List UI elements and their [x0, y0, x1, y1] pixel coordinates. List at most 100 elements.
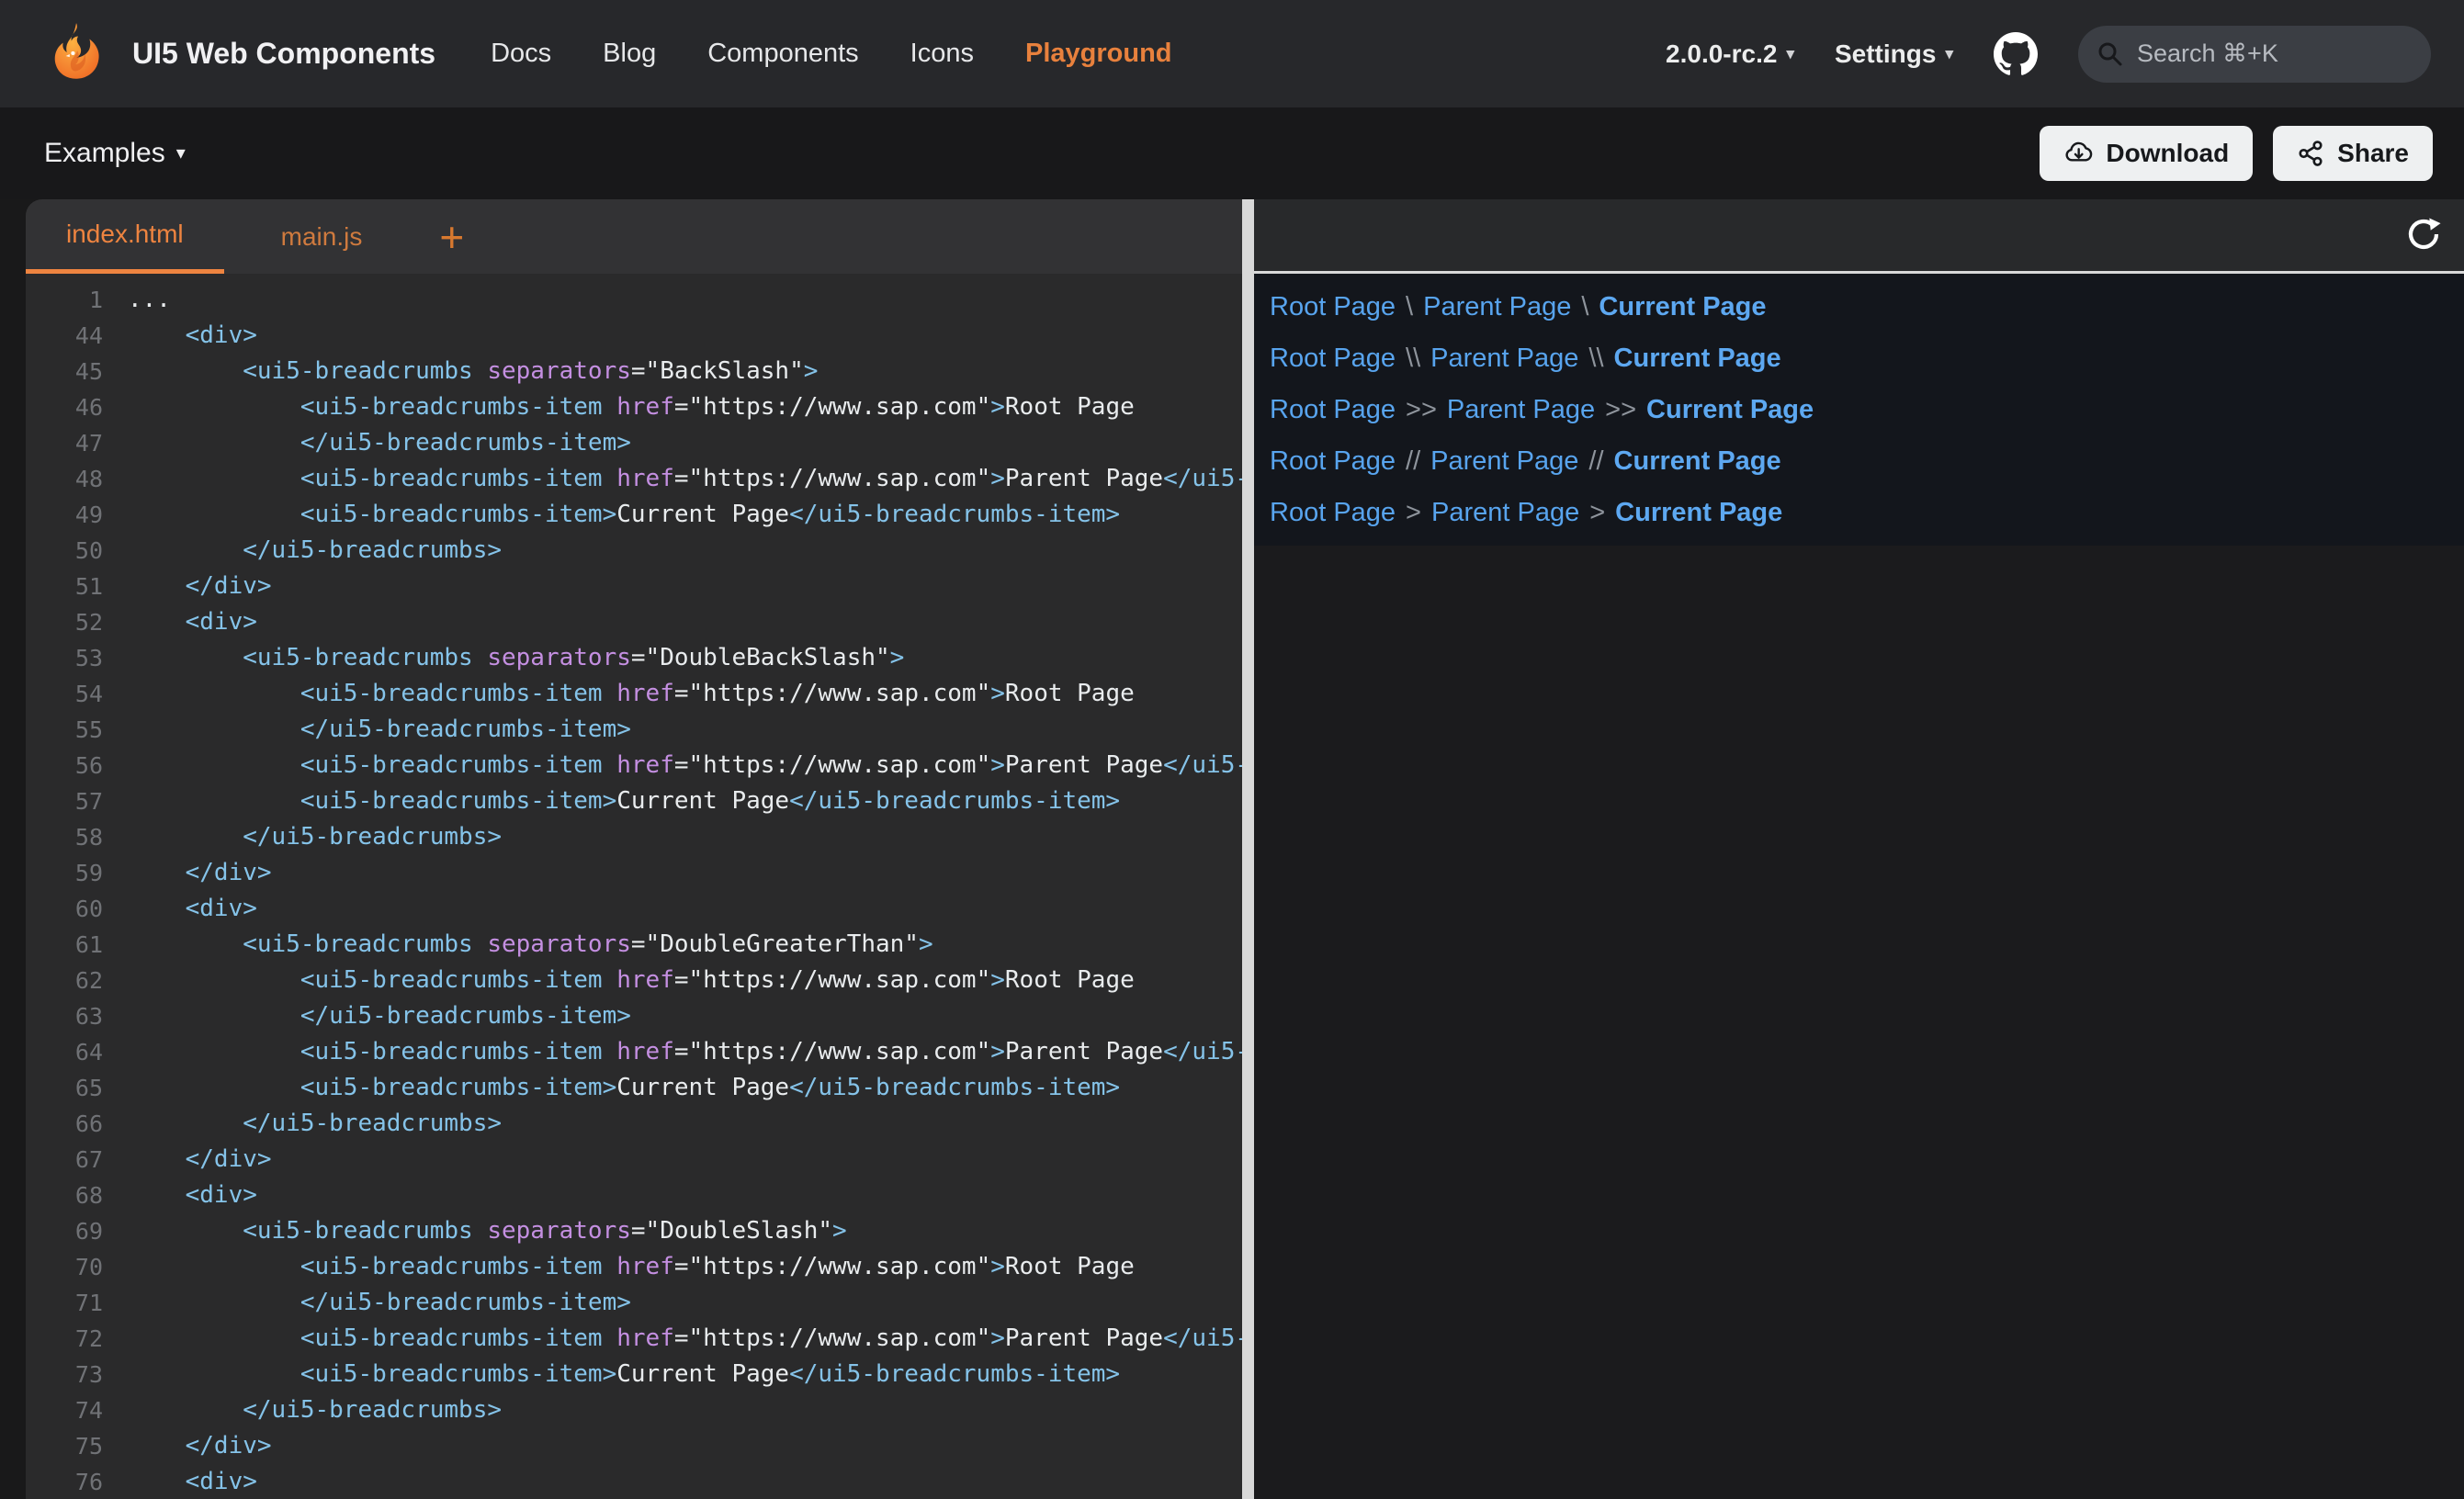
- code-text: ...: [128, 282, 171, 318]
- breadcrumb-link-parent[interactable]: Parent Page: [1430, 446, 1578, 477]
- code-text: <ui5-breadcrumbs-item href="https://www.…: [128, 461, 1242, 497]
- code-line[interactable]: 49 <ui5-breadcrumbs-item>Current Page</u…: [26, 497, 1242, 533]
- breadcrumb-link-root[interactable]: Root Page: [1270, 395, 1396, 425]
- code-line[interactable]: 74 </ui5-breadcrumbs>: [26, 1392, 1242, 1428]
- download-button[interactable]: Download: [2040, 126, 2253, 181]
- breadcrumb-current-page: Current Page: [1614, 344, 1781, 374]
- code-line[interactable]: 54 <ui5-breadcrumbs-item href="https://w…: [26, 676, 1242, 712]
- code-text: </ui5-breadcrumbs-item>: [128, 425, 631, 461]
- code-line[interactable]: 44 <div>: [26, 318, 1242, 354]
- code-line[interactable]: 46 <ui5-breadcrumbs-item href="https://w…: [26, 389, 1242, 425]
- nav-icons[interactable]: Icons: [910, 39, 974, 69]
- tab-index-html[interactable]: index.html: [26, 199, 224, 274]
- line-number: 1: [26, 282, 103, 318]
- breadcrumb-separator: \: [1581, 292, 1588, 322]
- breadcrumb-separator: >: [1406, 498, 1421, 528]
- settings-dropdown[interactable]: Settings ▾: [1835, 39, 1953, 69]
- line-number: 66: [26, 1106, 103, 1142]
- search-input[interactable]: Search ⌘+K: [2078, 26, 2431, 83]
- code-line[interactable]: 57 <ui5-breadcrumbs-item>Current Page</u…: [26, 783, 1242, 819]
- code-line[interactable]: 51 </div>: [26, 569, 1242, 604]
- line-number: 53: [26, 640, 103, 676]
- code-line[interactable]: 50 </ui5-breadcrumbs>: [26, 533, 1242, 569]
- ui5-logo[interactable]: [42, 20, 110, 88]
- breadcrumb-link-root[interactable]: Root Page: [1270, 344, 1396, 374]
- code-line[interactable]: 66 </ui5-breadcrumbs>: [26, 1106, 1242, 1142]
- examples-dropdown[interactable]: Examples ▾: [44, 138, 186, 169]
- bar-actions: Download Share: [2040, 126, 2433, 181]
- code-text: </div>: [128, 1428, 272, 1464]
- top-navbar: UI5 Web Components Docs Blog Components Ico…: [0, 0, 2464, 107]
- line-number: 49: [26, 497, 103, 533]
- code-line[interactable]: 69 <ui5-breadcrumbs separators="DoubleSl…: [26, 1213, 1242, 1249]
- nav-components[interactable]: Components: [707, 39, 858, 69]
- breadcrumb-separator: \: [1406, 292, 1413, 322]
- code-text: <ui5-breadcrumbs separators="BackSlash">: [128, 354, 818, 389]
- tab-main-js[interactable]: main.js: [241, 199, 403, 274]
- github-link[interactable]: [1994, 32, 2038, 76]
- code-line[interactable]: 58 </ui5-breadcrumbs>: [26, 819, 1242, 855]
- code-line[interactable]: 72 <ui5-breadcrumbs-item href="https://w…: [26, 1321, 1242, 1357]
- code-line[interactable]: 70 <ui5-breadcrumbs-item href="https://w…: [26, 1249, 1242, 1285]
- add-tab-button[interactable]: +: [430, 199, 473, 274]
- pane-resizer[interactable]: [1242, 199, 1254, 1499]
- breadcrumb-separator: //: [1406, 446, 1420, 477]
- share-button[interactable]: Share: [2273, 126, 2433, 181]
- line-number: 44: [26, 318, 103, 354]
- nav-playground[interactable]: Playground: [1025, 39, 1172, 69]
- code-line[interactable]: 63 </ui5-breadcrumbs-item>: [26, 998, 1242, 1034]
- code-line[interactable]: 61 <ui5-breadcrumbs separators="DoubleGr…: [26, 927, 1242, 963]
- playground-content: index.html main.js + 1...44 <div>45 <ui5…: [0, 199, 2464, 1499]
- breadcrumb-separator: >>: [1605, 395, 1636, 425]
- breadcrumb-link-parent[interactable]: Parent Page: [1431, 498, 1579, 528]
- code-text: </ui5-breadcrumbs>: [128, 533, 502, 569]
- code-line[interactable]: 47 </ui5-breadcrumbs-item>: [26, 425, 1242, 461]
- line-number: 73: [26, 1357, 103, 1392]
- code-line[interactable]: 48 <ui5-breadcrumbs-item href="https://w…: [26, 461, 1242, 497]
- breadcrumbs-row: Root Page \ Parent Page \ Current Page: [1270, 281, 2464, 332]
- settings-label: Settings: [1835, 39, 1936, 69]
- code-line[interactable]: 56 <ui5-breadcrumbs-item href="https://w…: [26, 748, 1242, 783]
- code-line[interactable]: 59 </div>: [26, 855, 1242, 891]
- nav-blog[interactable]: Blog: [603, 39, 656, 69]
- code-line[interactable]: 53 <ui5-breadcrumbs separators="DoubleBa…: [26, 640, 1242, 676]
- code-text: <div>: [128, 318, 257, 354]
- breadcrumb-link-root[interactable]: Root Page: [1270, 446, 1396, 477]
- code-line[interactable]: 64 <ui5-breadcrumbs-item href="https://w…: [26, 1034, 1242, 1070]
- code-line[interactable]: 60 <div>: [26, 891, 1242, 927]
- nav-docs[interactable]: Docs: [491, 39, 551, 69]
- code-editor[interactable]: 1...44 <div>45 <ui5-breadcrumbs separato…: [26, 274, 1242, 1499]
- breadcrumbs-row: Root Page>Parent Page>Current Page: [1270, 487, 2464, 538]
- line-number: 71: [26, 1285, 103, 1321]
- breadcrumb-link-root[interactable]: Root Page: [1270, 292, 1396, 322]
- code-line[interactable]: 67 </div>: [26, 1142, 1242, 1178]
- code-line[interactable]: 62 <ui5-breadcrumbs-item href="https://w…: [26, 963, 1242, 998]
- code-line[interactable]: 65 <ui5-breadcrumbs-item>Current Page</u…: [26, 1070, 1242, 1106]
- code-line[interactable]: 71 </ui5-breadcrumbs-item>: [26, 1285, 1242, 1321]
- code-text: <ui5-breadcrumbs-item href="https://www.…: [128, 963, 1135, 998]
- code-line[interactable]: 45 <ui5-breadcrumbs separators="BackSlas…: [26, 354, 1242, 389]
- breadcrumb-current-page: Current Page: [1599, 292, 1766, 322]
- brand-title[interactable]: UI5 Web Components: [132, 37, 435, 71]
- code-text: </ui5-breadcrumbs-item>: [128, 712, 631, 748]
- code-line[interactable]: 75 </div>: [26, 1428, 1242, 1464]
- code-line[interactable]: 55 </ui5-breadcrumbs-item>: [26, 712, 1242, 748]
- code-line[interactable]: 73 <ui5-breadcrumbs-item>Current Page</u…: [26, 1357, 1242, 1392]
- breadcrumb-link-root[interactable]: Root Page: [1270, 498, 1396, 528]
- refresh-button[interactable]: [2403, 215, 2444, 255]
- breadcrumb-separator: >: [1589, 498, 1605, 528]
- code-line[interactable]: 52 <div>: [26, 604, 1242, 640]
- code-line[interactable]: 68 <div>: [26, 1178, 1242, 1213]
- code-line[interactable]: 76 <div>: [26, 1464, 1242, 1499]
- code-text: <ui5-breadcrumbs-item href="https://www.…: [128, 748, 1242, 783]
- code-line[interactable]: 1...: [26, 282, 1242, 318]
- breadcrumb-link-parent[interactable]: Parent Page: [1423, 292, 1571, 322]
- breadcrumb-link-parent[interactable]: Parent Page: [1447, 395, 1595, 425]
- line-number: 54: [26, 676, 103, 712]
- code-text: </ui5-breadcrumbs-item>: [128, 1285, 631, 1321]
- refresh-icon: [2404, 215, 2443, 254]
- breadcrumb-link-parent[interactable]: Parent Page: [1430, 344, 1578, 374]
- version-dropdown[interactable]: 2.0.0-rc.2 ▾: [1666, 39, 1794, 69]
- code-text: </ui5-breadcrumbs>: [128, 819, 502, 855]
- line-number: 69: [26, 1213, 103, 1249]
